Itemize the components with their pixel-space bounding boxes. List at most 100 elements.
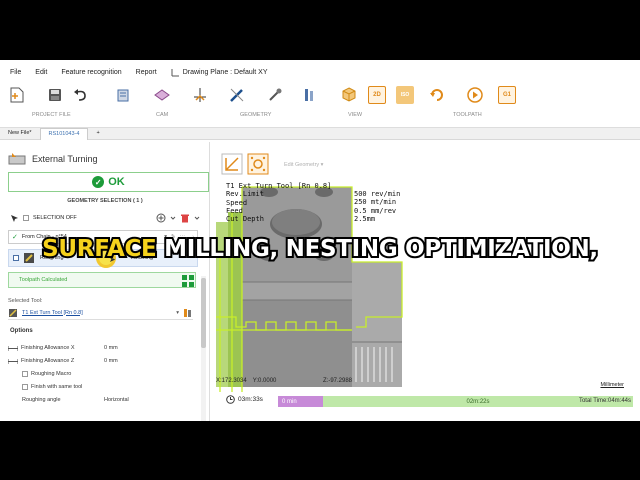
graphics-viewport[interactable]: Edit Geometry ▾ T1 Ext Turn Tool [Rn 0.8… bbox=[216, 142, 640, 421]
option-roughing-angle: Roughing angle Horizontal bbox=[8, 394, 200, 406]
edit-geometry-dropdown[interactable]: Edit Geometry ▾ bbox=[284, 162, 323, 168]
viewport-snap-icon[interactable] bbox=[247, 153, 269, 175]
operation-panel: External Turning ✓ OK GEOMETRY SELECTION… bbox=[0, 142, 210, 421]
units-label[interactable]: Millimeter bbox=[600, 382, 624, 388]
allowance-z-input[interactable]: 0 mm bbox=[104, 358, 118, 364]
drawing-plane-label: Drawing Plane : Default XY bbox=[182, 68, 268, 76]
coord-y: Y:0.0000 bbox=[252, 378, 277, 384]
cam-part-icon[interactable] bbox=[153, 86, 171, 104]
ribbon-label-project-file: PROJECT FILE bbox=[32, 112, 71, 118]
ribbon-group-cam bbox=[115, 86, 209, 126]
timeline-bar[interactable]: 0 min 02m:22s Total Time:04m:44s bbox=[278, 396, 633, 407]
allowance-z-icon bbox=[8, 358, 18, 364]
finish-same-tool-checkbox[interactable] bbox=[22, 384, 28, 390]
menu-bar: File Edit Feature recognition Report Dra… bbox=[0, 60, 640, 84]
geometry-selection-header: GEOMETRY SELECTION ( 1 ) bbox=[67, 198, 143, 204]
toolpath-regenerate-icon[interactable] bbox=[428, 86, 446, 104]
viewport-select-icon[interactable] bbox=[221, 153, 243, 175]
geometry-draw-icon[interactable] bbox=[228, 86, 246, 104]
tool-info-overlay: T1 Ext Turn Tool [Rn 0.8] Rev.Limit Spee… bbox=[226, 182, 331, 223]
option-finishing-allowance-z: Finishing Allowance Z 0 mm bbox=[8, 355, 200, 367]
undo-icon[interactable] bbox=[72, 86, 90, 104]
ribbon-label-cam: CAM bbox=[156, 112, 169, 118]
chevron-down-icon[interactable] bbox=[194, 215, 200, 221]
option-label: Finishing Allowance Z bbox=[21, 358, 75, 364]
coord-z: Z:-97.2988 bbox=[323, 378, 353, 384]
new-file-icon[interactable] bbox=[8, 86, 26, 104]
speed-value: 250 mt/min bbox=[354, 198, 397, 207]
cam-stock-icon[interactable] bbox=[115, 86, 133, 104]
elapsed-time-value: 03m:33s bbox=[238, 396, 263, 403]
drawing-plane-icon bbox=[171, 68, 179, 76]
selection-off-checkbox[interactable] bbox=[23, 215, 29, 221]
option-roughing-macro: Roughing Macro bbox=[8, 368, 200, 380]
toolpath-play-icon[interactable] bbox=[466, 86, 484, 104]
turning-tool-icon bbox=[9, 308, 17, 317]
toolpath-gcode-icon[interactable]: G1 bbox=[498, 86, 516, 104]
coordinate-readout: X:172.3034 Y:0.0000 bbox=[216, 378, 416, 384]
document-tabs: New File* RS101043-4 + bbox=[0, 128, 640, 140]
ok-label: OK bbox=[108, 176, 125, 188]
allowance-x-icon bbox=[8, 345, 18, 351]
menu-report[interactable]: Report bbox=[136, 69, 157, 76]
timeline-segment-1[interactable]: 0 min bbox=[278, 396, 323, 407]
subtitle-highlight: SURFACE bbox=[40, 234, 159, 264]
options-header: Options bbox=[10, 328, 33, 334]
video-subtitle: SURFACE MILLING, NESTING OPTIMIZATION, bbox=[0, 234, 640, 264]
drawing-plane-selector[interactable]: Drawing Plane : Default XY bbox=[171, 68, 268, 77]
roughing-macro-checkbox[interactable] bbox=[22, 371, 28, 377]
add-circle-icon[interactable] bbox=[156, 213, 166, 223]
coord-x: X:172.3034 bbox=[216, 378, 247, 384]
toolpath-calculated-status: Toolpath Calculated bbox=[8, 272, 196, 288]
panel-scrollbar[interactable] bbox=[201, 276, 206, 421]
tab-add[interactable]: + bbox=[88, 128, 107, 140]
scrollbar-thumb[interactable] bbox=[201, 278, 206, 348]
ribbon: PROJECT FILE CAM GEOMETRY 2D ISO VIEW G1… bbox=[0, 84, 640, 128]
allowance-x-input[interactable]: 0 mm bbox=[104, 345, 118, 351]
tab-new-file[interactable]: New File* bbox=[0, 128, 40, 140]
view-layers-icon[interactable] bbox=[302, 86, 320, 104]
panel-title: External Turning bbox=[32, 154, 98, 164]
menu-edit[interactable]: Edit bbox=[35, 69, 47, 76]
menu-file[interactable]: File bbox=[10, 69, 21, 76]
chevron-down-icon[interactable] bbox=[170, 215, 176, 221]
select-cursor-icon[interactable] bbox=[10, 214, 19, 223]
save-icon[interactable] bbox=[46, 86, 64, 104]
view-iso-icon[interactable]: ISO bbox=[396, 86, 414, 104]
cam-origin-icon[interactable] bbox=[191, 86, 209, 104]
tool-library-icon[interactable] bbox=[183, 308, 193, 318]
clock-icon bbox=[226, 395, 235, 404]
delete-icon[interactable] bbox=[180, 213, 190, 223]
view-2d-icon[interactable]: 2D bbox=[368, 86, 386, 104]
roughing-angle-select[interactable]: Horizontal bbox=[104, 397, 129, 403]
chevron-down-icon[interactable]: ▾ bbox=[176, 310, 179, 316]
panel-title-row: External Turning bbox=[8, 152, 98, 166]
ok-button[interactable]: ✓ OK bbox=[8, 172, 209, 192]
tool-selector[interactable]: T1 Ext Turn Tool [Rn 0.8] ▾ bbox=[8, 306, 193, 320]
tool-name-link[interactable]: T1 Ext Turn Tool [Rn 0.8] bbox=[22, 310, 83, 316]
letterbox-bottom bbox=[0, 421, 640, 480]
letterbox-top bbox=[0, 0, 640, 60]
external-turning-icon bbox=[8, 153, 26, 165]
tool-info-speed: Speed bbox=[226, 198, 248, 207]
selection-row: SELECTION OFF bbox=[10, 212, 200, 224]
tool-info-values: 500 rev/min 250 mt/min 0.5 mm/rev 2.5mm bbox=[354, 190, 400, 223]
tab-rs101043-4[interactable]: RS101043-4 bbox=[39, 128, 89, 140]
check-icon: ✓ bbox=[92, 176, 105, 188]
toolpath-info-icon[interactable] bbox=[181, 274, 195, 288]
cut-depth-value: 2.5mm bbox=[354, 214, 376, 223]
option-finish-same-tool: Finish with same tool bbox=[8, 381, 200, 393]
ribbon-label-view: VIEW bbox=[348, 112, 363, 118]
option-label: Roughing angle bbox=[22, 397, 61, 403]
elapsed-time: 03m:33s bbox=[226, 395, 263, 404]
ribbon-label-toolpath: TOOLPATH bbox=[453, 112, 482, 118]
geometry-edit-icon[interactable] bbox=[266, 86, 284, 104]
total-time-label: Total Time:04m:44s bbox=[578, 398, 631, 404]
ribbon-group-geometry bbox=[228, 86, 284, 126]
feed-value: 0.5 mm/rev bbox=[354, 206, 397, 215]
option-label: Finish with same tool bbox=[31, 384, 83, 390]
view-3d-box-icon[interactable] bbox=[340, 86, 358, 104]
tool-info-cut-depth: Cut Depth bbox=[226, 215, 264, 224]
menu-feature-recognition[interactable]: Feature recognition bbox=[61, 69, 121, 76]
ribbon-group-toolpath: G1 bbox=[428, 86, 516, 126]
